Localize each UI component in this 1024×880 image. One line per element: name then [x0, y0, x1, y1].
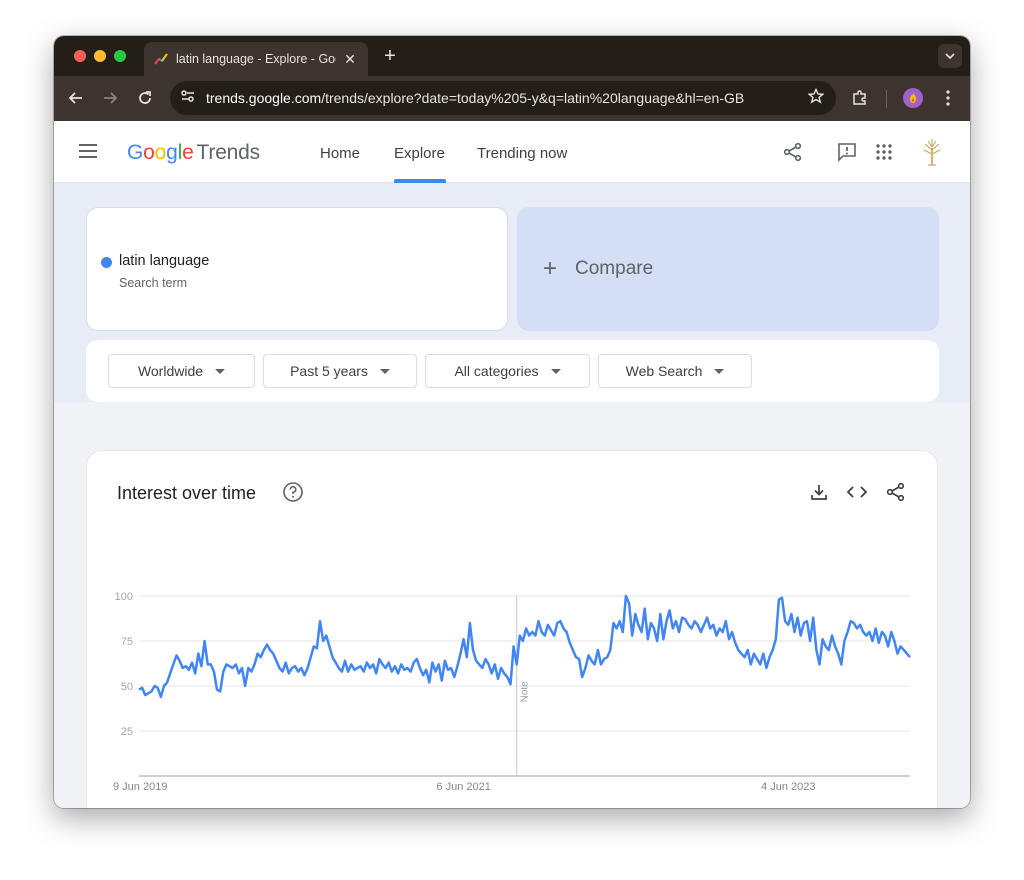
minimize-window-button[interactable]	[94, 50, 106, 62]
apps-grid-icon[interactable]	[872, 140, 896, 164]
filter-category-label: All categories	[454, 363, 539, 379]
share-icon[interactable]	[781, 140, 805, 164]
y-tick-label: 100	[115, 591, 133, 603]
page-body: 25 50 75 100 Note 9 Jun 2019 6 Jun 2021 4 Jun 2…	[54, 402, 970, 808]
url-text: trends.google.com/trends/explore?date=to…	[206, 90, 808, 106]
filter-time-label: Past 5 years	[290, 363, 368, 379]
nav-trending-now[interactable]: Trending now	[477, 145, 567, 162]
search-area: latin language Search term + Compare Wor…	[54, 183, 970, 402]
x-tick-label: 9 Jun 2019	[113, 781, 167, 793]
help-icon[interactable]	[282, 481, 304, 503]
interest-over-time-card: 25 50 75 100 Note 9 Jun 2019 6 Jun 2021 4 Jun 2…	[86, 450, 938, 808]
tab-search-button[interactable]	[938, 44, 962, 68]
logo-trends-text: Trends	[196, 141, 261, 164]
compare-label: Compare	[575, 258, 654, 279]
url-path: /trends/explore?date=today%205-y&q=latin…	[321, 90, 745, 106]
share-chart-icon[interactable]	[885, 481, 907, 503]
search-term-card[interactable]: latin language Search term	[86, 207, 508, 331]
browser-toolbar: trends.google.com/trends/explore?date=to…	[54, 76, 970, 121]
dropdown-arrow-icon	[379, 368, 390, 374]
forward-icon[interactable]	[100, 88, 120, 108]
profile-avatar[interactable]	[903, 88, 923, 108]
search-term-name[interactable]: latin language	[119, 253, 209, 269]
reload-icon[interactable]	[135, 88, 155, 108]
main-menu-icon[interactable]	[78, 143, 100, 161]
logo-google-text: Google	[127, 141, 194, 165]
plus-icon: +	[543, 255, 558, 282]
browser-window: latin language - Explore - Goo ✕ + trend…	[54, 36, 970, 808]
filters-bar: Worldwide Past 5 years All categories We…	[86, 340, 939, 402]
logo-letter: g	[166, 141, 178, 164]
feedback-icon[interactable]	[835, 140, 859, 164]
logo-letter: o	[143, 141, 155, 164]
y-tick-label: 25	[121, 726, 133, 738]
logo-letter: e	[182, 141, 194, 164]
close-window-button[interactable]	[74, 50, 86, 62]
maximize-window-button[interactable]	[114, 50, 126, 62]
search-term-type: Search term	[119, 276, 188, 290]
tab-title: latin language - Explore - Goo	[176, 52, 336, 66]
dropdown-arrow-icon	[215, 368, 226, 374]
x-tick-label: 4 Jun 2023	[761, 781, 815, 793]
account-tree-avatar-icon[interactable]	[918, 138, 946, 166]
logo-letter: o	[154, 141, 167, 164]
google-trends-logo[interactable]: Google Trends	[127, 141, 260, 165]
url-host: trends.google.com	[206, 90, 322, 106]
trends-header: Google Trends Home Explore Trending now	[54, 121, 970, 183]
dropdown-arrow-icon	[550, 368, 561, 374]
new-tab-icon[interactable]: +	[380, 45, 400, 67]
logo-letter: G	[127, 141, 144, 164]
filter-region[interactable]: Worldwide	[108, 354, 255, 388]
chevron-down-icon	[945, 53, 955, 59]
annotation-label: Note	[520, 681, 531, 703]
browser-menu-icon[interactable]	[938, 88, 958, 108]
y-tick-label: 75	[121, 636, 133, 648]
browser-tab[interactable]: latin language - Explore - Goo ✕	[144, 42, 368, 76]
address-bar[interactable]: trends.google.com/trends/explore?date=to…	[170, 81, 836, 115]
card-title: Interest over time	[117, 483, 257, 503]
tab-strip: latin language - Explore - Goo ✕ +	[54, 36, 970, 76]
filter-search-type[interactable]: Web Search	[598, 354, 752, 388]
download-csv-icon[interactable]	[808, 481, 830, 503]
term-color-dot	[101, 257, 112, 268]
filter-search-type-label: Web Search	[625, 363, 703, 379]
interest-over-time-chart: 25 50 75 100 Note 9 Jun 2019 6 Jun 2021 4 Jun 2…	[113, 591, 911, 793]
trends-favicon-icon	[154, 52, 168, 66]
toolbar-divider	[886, 90, 887, 108]
back-icon[interactable]	[66, 88, 86, 108]
x-tick-label: 6 Jun 2021	[436, 781, 490, 793]
filter-category[interactable]: All categories	[425, 354, 590, 388]
embed-code-icon[interactable]	[846, 481, 868, 503]
y-tick-label: 50	[121, 681, 133, 693]
tab-close-icon[interactable]: ✕	[342, 51, 358, 68]
compare-button[interactable]: + Compare	[517, 207, 939, 331]
filter-time-range[interactable]: Past 5 years	[263, 354, 417, 388]
nav-home[interactable]: Home	[320, 145, 360, 162]
dropdown-arrow-icon	[714, 368, 725, 374]
site-settings-icon[interactable]	[180, 88, 196, 109]
extensions-icon[interactable]	[850, 88, 870, 108]
filter-region-label: Worldwide	[137, 363, 204, 379]
nav-explore[interactable]: Explore	[394, 145, 445, 162]
bookmark-star-icon[interactable]	[807, 87, 825, 109]
